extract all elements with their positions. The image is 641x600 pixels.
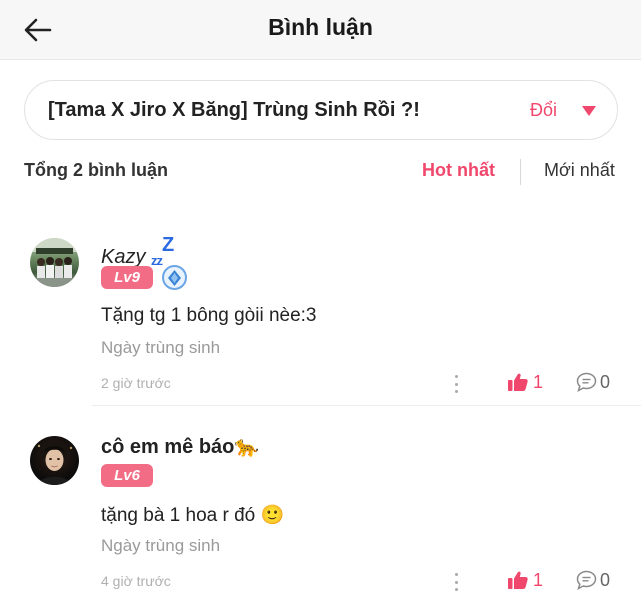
sort-tab-hot[interactable]: Hot nhất bbox=[422, 160, 495, 181]
user-name[interactable]: Kazy zzZ bbox=[101, 234, 174, 270]
reply-button[interactable]: 0 bbox=[576, 370, 610, 394]
reply-button[interactable]: 0 bbox=[576, 568, 610, 592]
comment-text: Tặng tg 1 bông gòii nèe:3 bbox=[101, 305, 317, 326]
comment-item: cô em mê báo🐆 Lv6 tặng bà 1 hoa r đó 🙂 N… bbox=[0, 420, 641, 600]
more-options-icon[interactable] bbox=[448, 372, 464, 396]
thumbs-up-icon bbox=[508, 373, 528, 391]
comment-time: 4 giờ trước bbox=[101, 573, 171, 589]
more-options-icon[interactable] bbox=[448, 570, 464, 594]
sleep-suffix: zz bbox=[151, 253, 163, 268]
caret-down-icon[interactable] bbox=[582, 106, 596, 116]
portrait-photo bbox=[37, 442, 73, 485]
comment-item: Kazy zzZ Lv9 Tặng tg 1 bông gòii nèe:3 N… bbox=[0, 222, 641, 412]
page-title: Bình luận bbox=[268, 14, 373, 40]
chat-bubble-icon bbox=[576, 570, 597, 590]
comment-time: 2 giờ trước bbox=[101, 375, 171, 391]
reply-count: 0 bbox=[600, 371, 611, 392]
story-title: [Tama X Jiro X Băng] Trùng Sinh Rồi ?! bbox=[48, 99, 420, 121]
like-count: 1 bbox=[533, 569, 544, 590]
comment-text: tặng bà 1 hoa r đó 🙂 bbox=[101, 505, 285, 526]
chapter-tag[interactable]: Ngày trùng sinh bbox=[101, 536, 220, 556]
smile-emoji: 🙂 bbox=[260, 505, 285, 526]
like-button[interactable]: 1 bbox=[508, 370, 543, 394]
user-name[interactable]: cô em mê báo🐆 bbox=[101, 434, 259, 459]
app-header: Bình luận bbox=[0, 0, 641, 60]
thumbs-up-icon bbox=[508, 571, 528, 589]
reply-count: 0 bbox=[600, 569, 611, 590]
chat-bubble-icon bbox=[576, 372, 597, 392]
story-selector[interactable]: [Tama X Jiro X Băng] Trùng Sinh Rồi ?! Đ… bbox=[24, 80, 618, 140]
avatar[interactable] bbox=[30, 238, 79, 287]
sort-tab-newest[interactable]: Mới nhất bbox=[544, 160, 615, 181]
group-photo bbox=[30, 238, 79, 287]
comment-count: Tổng 2 bình luận bbox=[24, 160, 168, 180]
level-badge: Lv6 bbox=[101, 464, 153, 487]
comment-divider bbox=[92, 405, 641, 406]
level-badge: Lv9 bbox=[101, 266, 153, 289]
like-count: 1 bbox=[533, 371, 544, 392]
leopard-emoji: 🐆 bbox=[234, 436, 260, 458]
avatar[interactable] bbox=[30, 436, 79, 485]
chapter-tag[interactable]: Ngày trùng sinh bbox=[101, 338, 220, 358]
sort-divider bbox=[520, 159, 521, 185]
change-story-button[interactable]: Đổi bbox=[530, 100, 557, 121]
rank-badge-icon bbox=[162, 265, 187, 290]
like-button[interactable]: 1 bbox=[508, 568, 543, 592]
